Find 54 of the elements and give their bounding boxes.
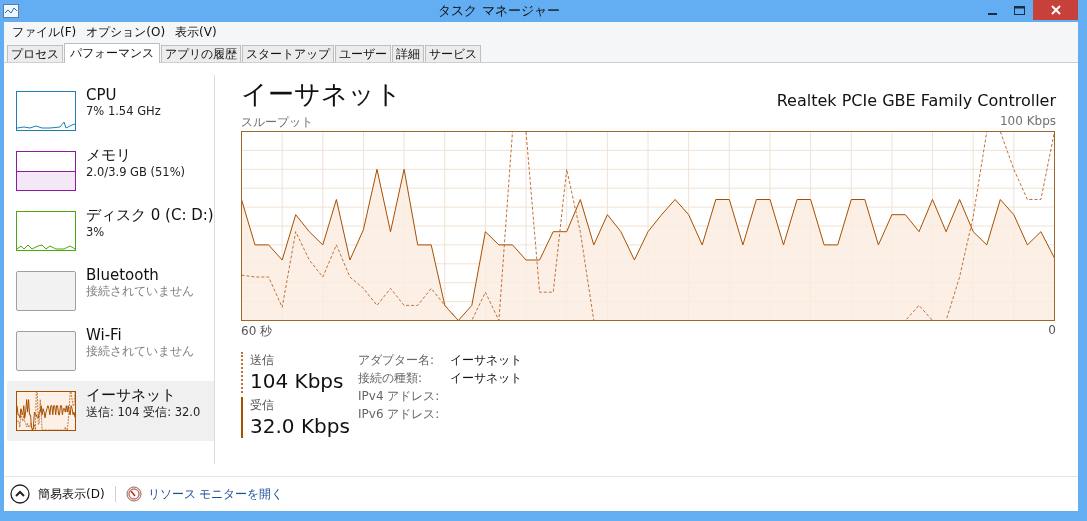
sidebar-item[interactable]: ディスク 0 (C: D:) 3% xyxy=(7,201,214,261)
close-icon xyxy=(1050,5,1061,15)
stat-value: 104 Kbps xyxy=(250,369,345,393)
item-name: CPU xyxy=(86,86,118,104)
sidebar-item[interactable]: Bluetooth 接続されていません xyxy=(7,261,214,321)
sidebar-item[interactable]: メモリ 2.0/3.9 GB (51%) xyxy=(7,141,214,201)
tab[interactable]: 詳細 xyxy=(392,45,424,62)
app-icon xyxy=(3,4,19,18)
sidebar-item[interactable]: イーサネット 送信: 104 受信: 32.0 xyxy=(7,381,214,441)
sidebar-item[interactable]: Wi-Fi 接続されていません xyxy=(7,321,214,381)
device-name: Realtek PCIe GBE Family Controller xyxy=(776,91,1056,110)
stat-label: 送信 xyxy=(250,352,275,369)
property-label: IPv6 アドレス: xyxy=(358,406,441,423)
item-name: ディスク 0 (C: D:) xyxy=(86,206,214,225)
tab[interactable]: パフォーマンス xyxy=(64,43,160,63)
property-label: アダプター名: xyxy=(358,352,436,369)
tab[interactable]: プロセス xyxy=(7,45,63,62)
property-value: イーサネット xyxy=(450,352,522,369)
item-name: Wi-Fi xyxy=(86,326,123,344)
property-label: 接続の種類: xyxy=(358,370,424,387)
menu-item[interactable]: 表示(V) xyxy=(170,23,222,41)
tab[interactable]: アプリの履歴 xyxy=(161,45,241,62)
property-value: イーサネット xyxy=(450,370,522,387)
sidebar-item[interactable]: CPU 7% 1.54 GHz xyxy=(7,81,214,141)
time-label: 60 秒 xyxy=(241,323,273,340)
time-label: 0 xyxy=(1048,323,1056,339)
gauge-icon xyxy=(125,486,142,502)
graph-label: スループット xyxy=(241,114,313,131)
menu-item[interactable]: オプション(O) xyxy=(81,23,171,41)
fewer-details-button[interactable]: 簡易表示(D) xyxy=(10,484,105,504)
window-title: タスク マネージャー xyxy=(437,2,561,20)
item-name: メモリ xyxy=(86,146,132,165)
item-name: Bluetooth xyxy=(86,266,160,284)
stat-label: 受信 xyxy=(250,397,275,414)
item-detail: 3% xyxy=(86,225,106,239)
tab[interactable]: サービス xyxy=(425,45,481,62)
item-detail: 接続されていません xyxy=(86,344,194,359)
close-button[interactable] xyxy=(1033,0,1078,20)
item-detail: 7% 1.54 GHz xyxy=(86,104,161,118)
scale-label: 100 Kbps xyxy=(999,114,1056,130)
item-name: イーサネット xyxy=(86,386,177,405)
page-title: イーサネット xyxy=(241,78,402,111)
menu-item[interactable]: ファイル(F) xyxy=(7,23,82,41)
stat-value: 32.0 Kbps xyxy=(250,414,351,438)
maximize-icon xyxy=(1014,5,1025,15)
tab[interactable]: スタートアップ xyxy=(242,45,334,62)
tab[interactable]: ユーザー xyxy=(335,45,391,62)
item-detail: 接続されていません xyxy=(86,284,194,299)
item-detail: 送信: 104 受信: 32.0 xyxy=(86,405,201,420)
resource-monitor-link[interactable]: リソース モニターを開く xyxy=(125,485,284,503)
chevron-up-icon xyxy=(10,484,30,504)
property-label: IPv4 アドレス: xyxy=(358,388,441,405)
item-detail: 2.0/3.9 GB (51%) xyxy=(86,165,186,179)
minimize-icon xyxy=(988,13,997,15)
